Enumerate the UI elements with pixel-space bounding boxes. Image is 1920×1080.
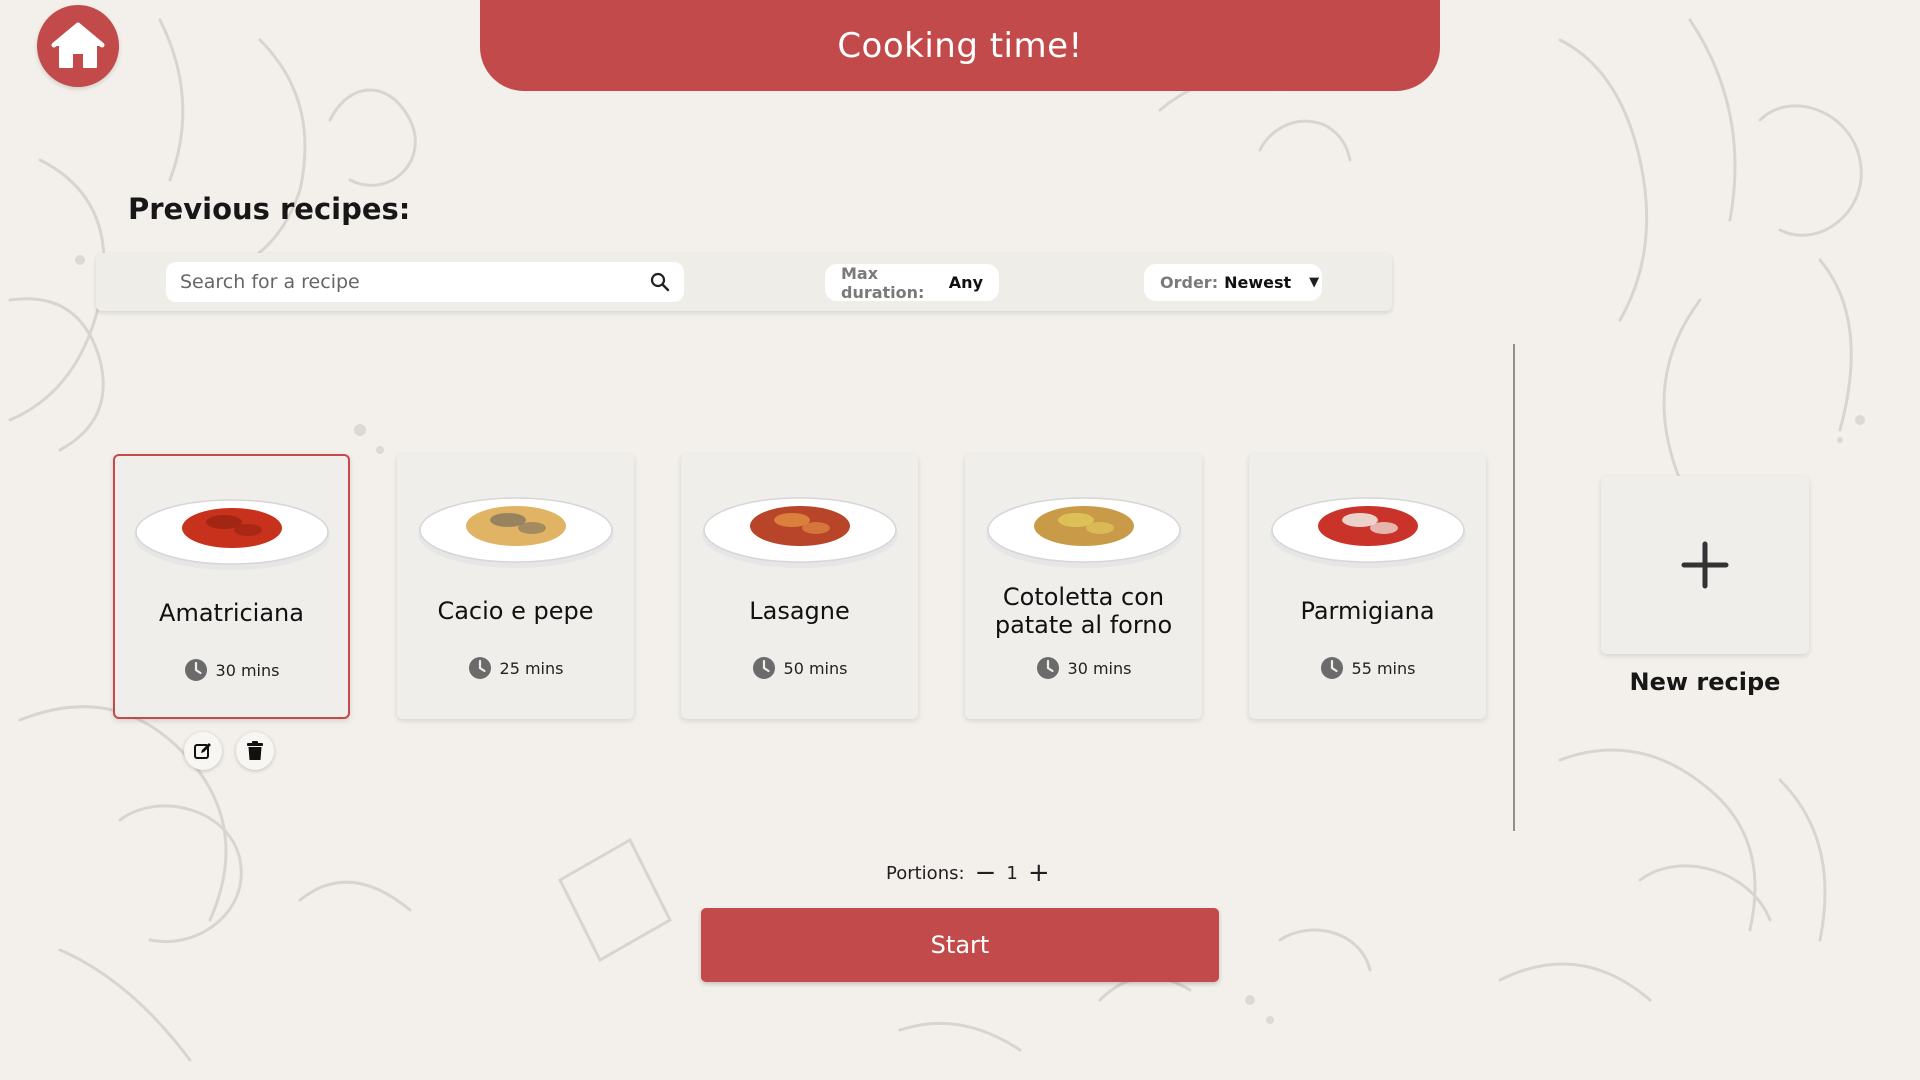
delete-recipe-button[interactable] [236, 732, 274, 770]
home-icon [51, 22, 105, 68]
dish-image [417, 497, 614, 568]
recipe-name: Parmigiana [1300, 597, 1435, 625]
home-button[interactable] [37, 5, 119, 87]
clock-icon [468, 657, 491, 679]
clock-icon [1036, 657, 1059, 679]
edit-icon [194, 743, 211, 759]
order-select[interactable]: Order: Newest ▼ [1144, 264, 1322, 301]
caret-down-icon: ▼ [1309, 275, 1320, 290]
recipe-card[interactable]: Cotoletta con patate al forno 30 mins [965, 454, 1202, 719]
new-recipe-label: New recipe [1629, 668, 1781, 696]
increase-portions-button[interactable]: + [1028, 860, 1050, 886]
recipe-name: Cacio e pepe [437, 597, 594, 625]
recipe-name: Amatriciana [159, 599, 304, 627]
edit-recipe-button[interactable] [184, 732, 222, 770]
title-banner: Cooking time! [480, 0, 1440, 91]
recipe-duration: 50 mins [752, 656, 848, 680]
recipe-card[interactable]: Parmigiana 55 mins [1249, 454, 1486, 719]
clock-icon [1320, 657, 1343, 679]
decrease-portions-button[interactable]: − [975, 860, 997, 886]
page-title: Cooking time! [837, 25, 1083, 66]
recipe-duration-text: 30 mins [215, 660, 280, 680]
search-icon[interactable] [650, 272, 670, 292]
section-title: Previous recipes: [128, 192, 411, 226]
order-label: Order: [1160, 273, 1219, 292]
recipe-card[interactable]: Lasagne 50 mins [681, 454, 918, 719]
recipe-duration: 30 mins [184, 658, 280, 682]
portions-stepper: Portions: − 1 + [886, 858, 1050, 888]
max-duration-label: Max duration: [841, 263, 925, 302]
clock-icon [184, 659, 207, 681]
selected-recipe-actions [184, 732, 274, 770]
recipe-duration: 25 mins [468, 656, 564, 680]
recipe-duration-text: 30 mins [1067, 658, 1132, 678]
dish-image [1269, 497, 1466, 568]
filter-bar: Max duration: Any Order: Newest ▼ [96, 253, 1392, 311]
recipe-card[interactable]: Cacio e pepe 25 mins [397, 454, 634, 719]
portions-value: 1 [1006, 862, 1018, 884]
dish-image [985, 497, 1182, 568]
search-box[interactable] [166, 262, 684, 302]
new-recipe-button[interactable] [1601, 476, 1809, 654]
recipe-name: Lasagne [749, 597, 850, 625]
vertical-divider [1513, 344, 1515, 831]
trash-icon [247, 741, 263, 760]
max-duration-filter[interactable]: Max duration: Any [825, 263, 999, 302]
dish-image [133, 499, 330, 570]
recipe-name: Cotoletta con patate al forno [994, 583, 1173, 639]
recipe-card[interactable]: Amatriciana 30 mins [113, 454, 350, 719]
order-value: Newest [1224, 273, 1292, 292]
recipe-duration-text: 50 mins [783, 658, 848, 678]
max-duration-value: Any [948, 273, 983, 292]
recipe-duration: 30 mins [1036, 656, 1132, 680]
recipe-duration-text: 55 mins [1351, 658, 1416, 678]
recipe-duration: 55 mins [1320, 656, 1416, 680]
dish-image [701, 497, 898, 568]
plus-icon [1681, 541, 1729, 589]
portions-label: Portions: [886, 862, 965, 884]
search-input[interactable] [180, 271, 650, 293]
clock-icon [752, 657, 775, 679]
start-button[interactable]: Start [701, 908, 1219, 982]
recipe-duration-text: 25 mins [499, 658, 564, 678]
